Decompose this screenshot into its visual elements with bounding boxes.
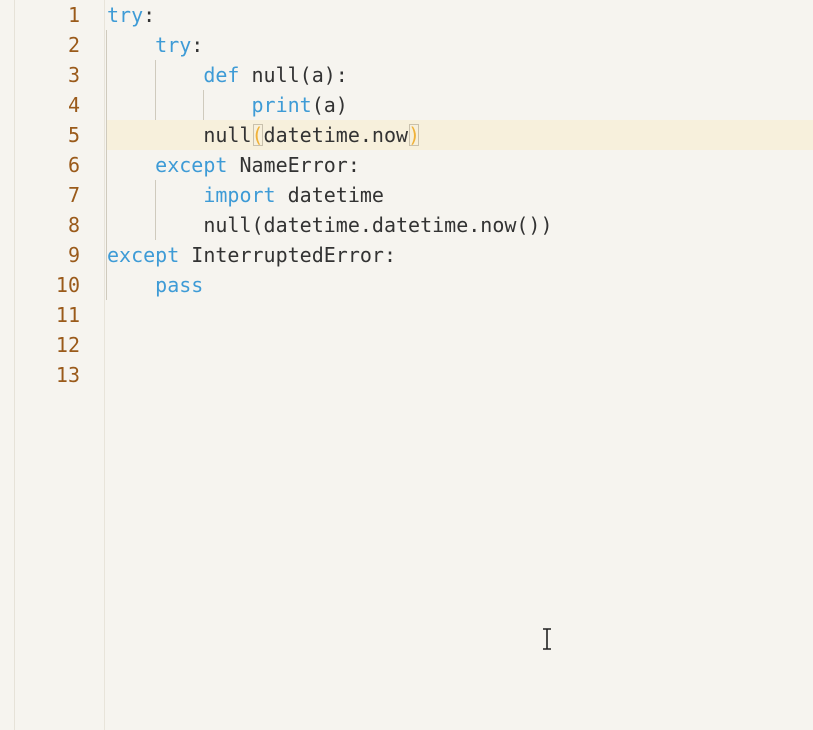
code-line[interactable]: try:	[107, 30, 813, 60]
line-number: 7	[67, 183, 80, 207]
ibeam-cursor-icon	[543, 628, 551, 650]
gutter-edge	[0, 0, 15, 730]
code-line[interactable]	[107, 300, 813, 330]
line-number: 8	[67, 213, 80, 237]
code-line[interactable]: null(datetime.now)	[107, 120, 813, 150]
line-number: 3	[67, 63, 80, 87]
line-number: 9	[67, 243, 80, 267]
code-token: null(a):	[239, 63, 348, 87]
line-number: 10	[55, 273, 80, 297]
line-number: 12	[55, 333, 80, 357]
code-line[interactable]: null(datetime.datetime.now())	[107, 210, 813, 240]
line-number: 2	[67, 33, 80, 57]
line-number: 11	[55, 303, 80, 327]
code-token: :	[191, 33, 204, 57]
code-line[interactable]: except InterruptedError:	[107, 240, 813, 270]
code-token: datetime	[275, 183, 384, 207]
keyword-token: def	[203, 63, 240, 87]
code-line[interactable]	[107, 360, 813, 390]
builtin-token: print	[251, 93, 312, 117]
code-token: NameError:	[227, 153, 360, 177]
line-number: 13	[55, 363, 80, 387]
gutter-divider	[104, 0, 105, 730]
line-number: 6	[67, 153, 80, 177]
code-line[interactable]: print(a)	[107, 90, 813, 120]
matched-bracket: )	[408, 123, 421, 147]
code-token: InterruptedError:	[179, 243, 396, 267]
matched-bracket: (	[251, 123, 264, 147]
code-line[interactable]: try:	[107, 0, 813, 30]
code-line[interactable]: except NameError:	[107, 150, 813, 180]
keyword-token: import	[203, 183, 276, 207]
code-token: null	[203, 123, 252, 147]
code-token: datetime.now	[263, 123, 409, 147]
code-line[interactable]: def null(a):	[107, 60, 813, 90]
line-number: 1	[67, 3, 80, 27]
keyword-token: except	[107, 243, 180, 267]
code-token: (a)	[311, 93, 348, 117]
code-line[interactable]	[107, 330, 813, 360]
line-number: 4	[67, 93, 80, 117]
code-line[interactable]: import datetime	[107, 180, 813, 210]
code-line[interactable]: pass	[107, 270, 813, 300]
code-editor[interactable]: 1 2 3 4 5 6 7 8 9 10 11 12 13 try: try: …	[0, 0, 813, 730]
code-token: :	[143, 3, 156, 27]
keyword-token: except	[155, 153, 228, 177]
keyword-token: try	[107, 3, 144, 27]
line-number: 5	[67, 123, 80, 147]
keyword-token: pass	[155, 273, 204, 297]
keyword-token: try	[155, 33, 192, 57]
code-token: null(datetime.datetime.now())	[203, 213, 553, 237]
